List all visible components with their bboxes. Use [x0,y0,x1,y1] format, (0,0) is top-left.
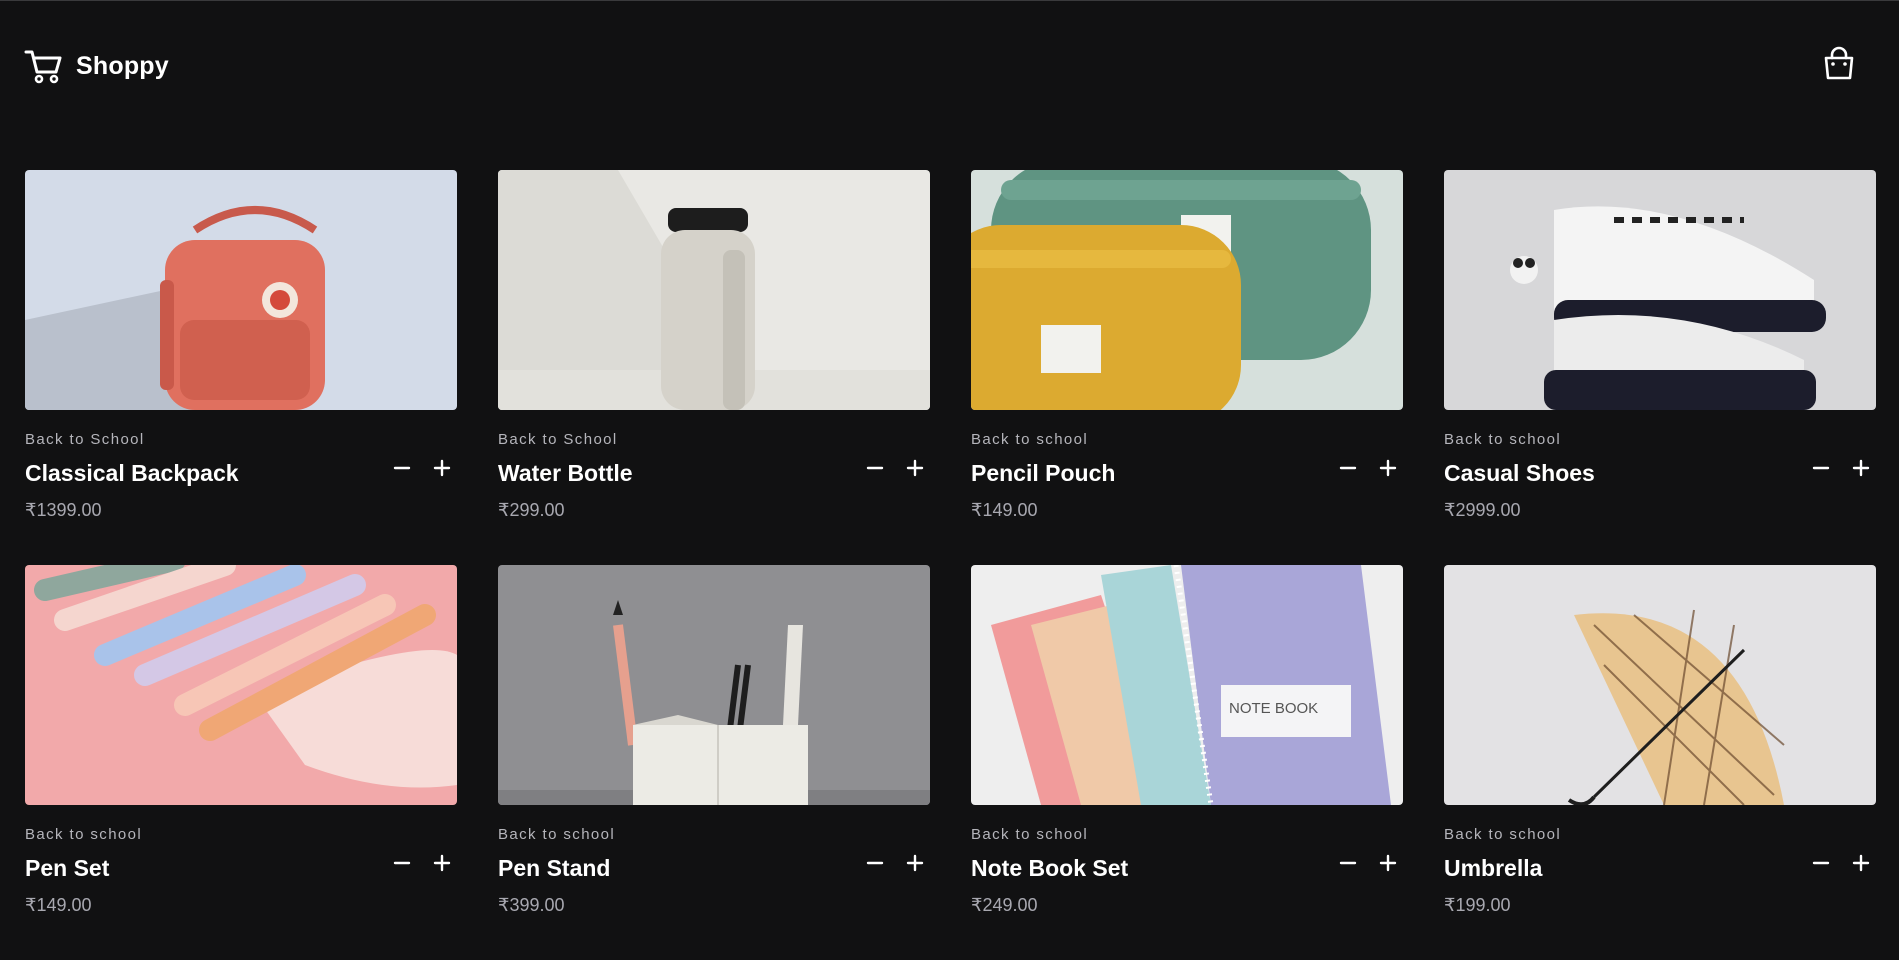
product-title[interactable]: Umbrella [1444,855,1542,882]
plus-icon [1379,459,1397,477]
product-card[interactable]: Back to School Classical Backpack ₹1399.… [25,170,457,565]
product-card[interactable]: Back to school Umbrella ₹199.00 [1444,565,1876,960]
product-title[interactable]: Water Bottle [498,460,633,487]
increase-quantity-button[interactable] [1846,848,1876,878]
water-bottle-image [498,170,930,410]
decrease-quantity-button[interactable] [387,453,417,483]
product-category: Back to school [498,826,616,843]
product-price: ₹149.00 [25,895,92,915]
product-card[interactable]: Back to school Pen Set ₹149.00 [25,565,457,960]
product-price: ₹249.00 [971,895,1038,915]
minus-icon [1339,861,1357,865]
decrease-quantity-button[interactable] [1333,453,1363,483]
product-image[interactable] [1444,170,1876,410]
product-image[interactable] [25,170,457,410]
minus-icon [1812,466,1830,470]
decrease-quantity-button[interactable] [1806,848,1836,878]
product-price: ₹2999.00 [1444,500,1521,520]
minus-icon [1339,466,1357,470]
product-grid: Back to School Classical Backpack ₹1399.… [25,170,1876,960]
product-title[interactable]: Casual Shoes [1444,460,1595,487]
product-category: Back to School [25,431,145,448]
casual-shoes-image [1444,170,1876,410]
minus-icon [866,466,884,470]
increase-quantity-button[interactable] [1846,453,1876,483]
minus-icon [393,861,411,865]
product-image[interactable] [971,170,1403,410]
product-card[interactable]: Back to School Water Bottle ₹299.00 [498,170,930,565]
plus-icon [1379,854,1397,872]
increase-quantity-button[interactable] [427,848,457,878]
product-card[interactable]: Back to school Pencil Pouch ₹149.00 [971,170,1403,565]
decrease-quantity-button[interactable] [387,848,417,878]
notebook-set-image: NOTE BOOK [971,565,1403,805]
product-price: ₹199.00 [1444,895,1511,915]
product-image[interactable] [498,565,930,805]
umbrella-image [1444,565,1876,805]
product-image[interactable] [498,170,930,410]
product-category: Back to school [971,431,1089,448]
product-card[interactable]: Back to school Pen Stand ₹399.00 [498,565,930,960]
product-category: Back to school [971,826,1089,843]
increase-quantity-button[interactable] [900,848,930,878]
product-price: ₹149.00 [971,500,1038,520]
increase-quantity-button[interactable] [427,453,457,483]
cart-icon [24,50,62,84]
product-title[interactable]: Pencil Pouch [971,460,1115,487]
plus-icon [433,459,451,477]
product-title[interactable]: Classical Backpack [25,460,239,487]
product-price: ₹299.00 [498,500,565,520]
notebook-label: NOTE BOOK [1229,700,1318,717]
decrease-quantity-button[interactable] [1806,453,1836,483]
plus-icon [1852,854,1870,872]
decrease-quantity-button[interactable] [860,453,890,483]
plus-icon [906,854,924,872]
product-title[interactable]: Pen Set [25,855,109,882]
decrease-quantity-button[interactable] [1333,848,1363,878]
product-title[interactable]: Pen Stand [498,855,610,882]
product-image[interactable] [25,565,457,805]
product-price: ₹399.00 [498,895,565,915]
pen-set-image [25,565,457,805]
pen-stand-image [498,565,930,805]
plus-icon [906,459,924,477]
minus-icon [393,466,411,470]
plus-icon [1852,459,1870,477]
decrease-quantity-button[interactable] [860,848,890,878]
cart-button[interactable] [1821,46,1857,82]
product-card[interactable]: Back to school Casual Shoes ₹2999.00 [1444,170,1876,565]
app-header: Shoppy [0,0,1899,140]
product-image[interactable] [1444,565,1876,805]
product-card[interactable]: NOTE BOOK Back to school Note Book Set ₹… [971,565,1403,960]
plus-icon [433,854,451,872]
product-category: Back to school [25,826,143,843]
minus-icon [1812,861,1830,865]
product-category: Back to school [1444,431,1562,448]
product-title[interactable]: Note Book Set [971,855,1128,882]
product-category: Back to School [498,431,618,448]
product-category: Back to school [1444,826,1562,843]
backpack-image [25,170,457,410]
shopping-bag-icon [1824,46,1854,80]
product-price: ₹1399.00 [25,500,102,520]
minus-icon [866,861,884,865]
increase-quantity-button[interactable] [1373,848,1403,878]
increase-quantity-button[interactable] [900,453,930,483]
brand-logo[interactable]: Shoppy [24,48,169,84]
brand-name: Shoppy [76,51,169,80]
product-image[interactable]: NOTE BOOK [971,565,1403,805]
increase-quantity-button[interactable] [1373,453,1403,483]
pencil-pouch-image [971,170,1403,410]
